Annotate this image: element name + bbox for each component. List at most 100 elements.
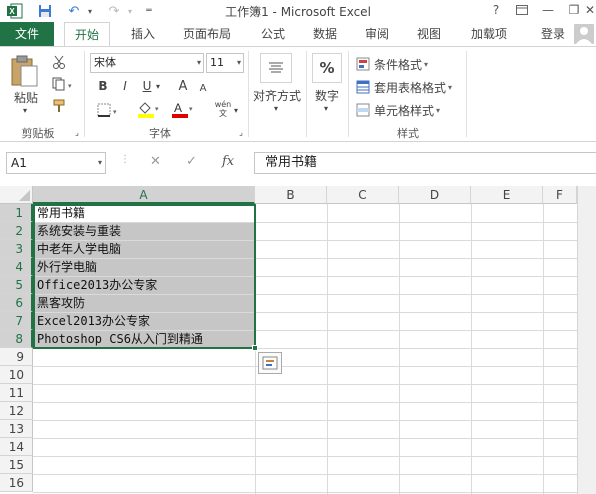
paste-button[interactable]: 粘贴: [8, 89, 44, 105]
underline-dropdown-icon[interactable]: ▾: [154, 77, 162, 95]
cell-a1[interactable]: 常用书籍: [34, 204, 255, 222]
phonetic-dropdown-icon[interactable]: ▾: [232, 103, 240, 117]
row-header[interactable]: 4: [0, 258, 33, 276]
alignment-icon[interactable]: [260, 53, 292, 83]
row-header[interactable]: 3: [0, 240, 33, 258]
tab-home[interactable]: 开始: [64, 22, 110, 47]
font-name-select[interactable]: 宋体 ▾: [90, 53, 204, 73]
gridline: [33, 384, 577, 385]
font-name-value: 宋体: [94, 56, 116, 69]
close-button[interactable]: ✕: [584, 0, 596, 20]
row-header[interactable]: 16: [0, 474, 33, 492]
cell-a3[interactable]: 中老年人学电脑: [34, 240, 255, 258]
row-header[interactable]: 5: [0, 276, 33, 294]
copy-icon[interactable]: ▾: [50, 75, 74, 93]
grow-font-button[interactable]: A: [176, 77, 190, 95]
number-format-icon[interactable]: %: [312, 53, 342, 83]
borders-icon[interactable]: ▾: [96, 101, 120, 119]
cell-styles-button[interactable]: 单元格样式 ▾: [356, 101, 446, 119]
row-header[interactable]: 7: [0, 312, 33, 330]
avatar[interactable]: [574, 24, 594, 44]
row-header[interactable]: 13: [0, 420, 33, 438]
quick-analysis-icon[interactable]: [258, 352, 282, 374]
format-as-table-icon: [356, 80, 370, 94]
format-as-table-button[interactable]: 套用表格格式 ▾: [356, 78, 460, 96]
row-header[interactable]: 11: [0, 384, 33, 402]
row-header[interactable]: 15: [0, 456, 33, 474]
gridline: [33, 366, 577, 367]
cell-styles-label: 单元格样式: [374, 103, 435, 118]
cell-a8[interactable]: Photoshop CS6从入门到精通: [34, 330, 255, 348]
font-color-icon[interactable]: A ▾: [170, 99, 196, 119]
row-header[interactable]: 1: [0, 204, 33, 222]
cell-a6[interactable]: 黑客攻防: [34, 294, 255, 312]
title-bar: X ↶ ▾ ↷ ▾ ═ 工作簿1 - Microsoft Excel ? — ❐…: [0, 0, 596, 22]
format-painter-icon[interactable]: [50, 97, 68, 115]
tab-addins[interactable]: 加载项: [462, 22, 516, 46]
vertical-scrollbar[interactable]: [577, 186, 596, 494]
minimize-button[interactable]: —: [534, 0, 562, 20]
tab-page-layout[interactable]: 页面布局: [176, 22, 238, 46]
fill-handle[interactable]: [252, 345, 258, 351]
gridline: [33, 294, 577, 295]
font-launcher-icon[interactable]: ⌟: [236, 127, 246, 137]
row-header[interactable]: 2: [0, 222, 33, 240]
phonetic-guide-label: wén: [214, 100, 232, 109]
fill-color-icon[interactable]: ▾: [136, 99, 162, 119]
tab-formulas[interactable]: 公式: [252, 22, 294, 46]
paste-icon[interactable]: [8, 51, 40, 91]
insert-function-icon[interactable]: fx: [222, 154, 234, 169]
alignment-button[interactable]: 对齐方式: [250, 87, 304, 103]
cell-a7[interactable]: Excel2013办公专家: [34, 312, 255, 330]
cell-a4[interactable]: 外行学电脑: [34, 258, 255, 276]
row-header[interactable]: 6: [0, 294, 33, 312]
cancel-icon[interactable]: ✕: [150, 154, 161, 169]
name-box[interactable]: A1 ▾: [6, 152, 106, 174]
tab-review[interactable]: 审阅: [356, 22, 398, 46]
row-header[interactable]: 8: [0, 330, 33, 348]
svg-text:▾: ▾: [113, 108, 117, 116]
conditional-formatting-button[interactable]: 条件格式 ▾: [356, 55, 446, 73]
column-header-b[interactable]: B: [255, 186, 327, 204]
tab-insert[interactable]: 插入: [122, 22, 164, 46]
row-header[interactable]: 10: [0, 366, 33, 384]
underline-button[interactable]: U: [140, 77, 154, 95]
signin-link[interactable]: 登录: [536, 22, 570, 46]
column-header-f[interactable]: F: [543, 186, 577, 204]
tab-view[interactable]: 视图: [408, 22, 450, 46]
column-header-d[interactable]: D: [399, 186, 471, 204]
number-button[interactable]: 数字: [308, 87, 346, 103]
cut-icon[interactable]: [50, 53, 68, 71]
help-button[interactable]: ?: [482, 0, 510, 20]
column-header-e[interactable]: E: [471, 186, 543, 204]
svg-text:▾: ▾: [189, 105, 193, 113]
cell-a2[interactable]: 系统安装与重装: [34, 222, 255, 240]
clipboard-launcher-icon[interactable]: ⌟: [72, 127, 82, 137]
phonetic-guide-button[interactable]: wén 文: [214, 99, 232, 119]
gridline: [33, 330, 577, 331]
tab-data[interactable]: 数据: [304, 22, 346, 46]
select-all-button[interactable]: [0, 186, 33, 204]
styles-group-label: 样式: [397, 127, 419, 140]
number-dropdown-icon[interactable]: ▾: [320, 103, 332, 113]
separator: [248, 51, 249, 137]
column-header-c[interactable]: C: [327, 186, 399, 204]
shrink-font-button[interactable]: A: [196, 79, 210, 97]
row-header[interactable]: 14: [0, 438, 33, 456]
alignment-dropdown-icon[interactable]: ▾: [270, 103, 282, 113]
bold-button[interactable]: B: [96, 77, 110, 95]
formula-input[interactable]: 常用书籍: [254, 152, 596, 174]
tab-file[interactable]: 文件: [0, 22, 54, 46]
fill-color-swatch: [138, 114, 154, 118]
ribbon-display-options-icon[interactable]: [508, 0, 536, 20]
formula-bar-grip-icon[interactable]: ⋮: [120, 154, 130, 165]
row-header[interactable]: 9: [0, 348, 33, 366]
cell-a5[interactable]: Office2013办公专家: [34, 276, 255, 294]
column-header-a[interactable]: A: [33, 186, 255, 204]
separator: [466, 51, 467, 137]
paste-dropdown-icon[interactable]: ▾: [18, 105, 32, 115]
enter-icon[interactable]: ✓: [186, 154, 197, 169]
italic-button[interactable]: I: [118, 77, 132, 95]
row-header[interactable]: 12: [0, 402, 33, 420]
font-size-select[interactable]: 11 ▾: [206, 53, 244, 73]
